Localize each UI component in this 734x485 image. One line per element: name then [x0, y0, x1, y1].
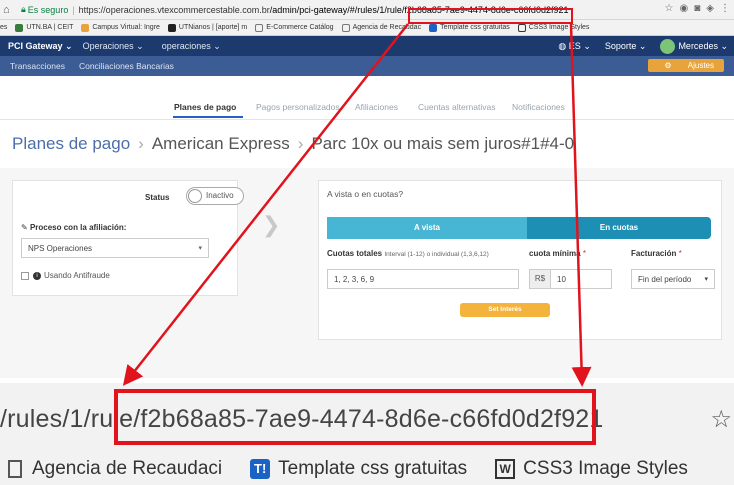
document-icon: [341, 23, 350, 32]
operaciones-menu[interactable]: Operaciones ⌄: [83, 41, 144, 52]
status-card: Status Inactivo ✎ Proceso con la afiliac…: [12, 180, 244, 296]
url-separator: |: [72, 4, 75, 15]
tab-cuentas-alternativas[interactable]: Cuentas alternativas: [418, 102, 496, 112]
home-icon[interactable]: ⌂: [3, 4, 17, 16]
bookmark-item[interactable]: Template css gratuitas: [429, 23, 510, 32]
process-select[interactable]: NPS Operaciones ▾: [21, 238, 209, 258]
tab-planes-de-pago[interactable]: Planes de pago: [174, 102, 236, 112]
chevron-down-icon: ▾: [198, 245, 202, 252]
active-tab-indicator: [173, 116, 243, 118]
globe-icon: ◍: [558, 40, 567, 51]
url-highlight-box: [408, 8, 573, 24]
chevron-right-icon: ❯: [262, 212, 281, 237]
bookmark-icon: [167, 23, 176, 32]
document-icon: [8, 460, 22, 478]
currency-prefix: R$: [529, 269, 551, 289]
menu-icon[interactable]: ⋮: [720, 3, 730, 14]
zoomed-url-highlight-box: [114, 389, 596, 445]
process-label: ✎ Proceso con la afiliación:: [21, 223, 127, 232]
w-icon: [517, 23, 526, 32]
support-menu[interactable]: Soporte ⌄: [605, 41, 647, 52]
tab-afiliaciones[interactable]: Afiliaciones: [355, 102, 398, 112]
cuotas-label: Cuotas totales Interval (1-12) o individ…: [327, 249, 489, 258]
chevron-down-icon: ⌄: [65, 40, 73, 51]
breadcrumb-root[interactable]: Planes de pago: [12, 134, 130, 153]
brand-menu[interactable]: PCI Gateway ⌄: [8, 41, 73, 52]
avatar: [660, 38, 676, 54]
tab-pagos-personalizados[interactable]: Pagos personalizados: [256, 102, 340, 112]
settings-button[interactable]: ⚙ Ajustes: [648, 59, 724, 72]
breadcrumb: Planes de pago › American Express › Parc 10x…: [12, 134, 574, 154]
browser-actions: ☆ ◉ ◙ ◈ ⋮: [665, 3, 730, 14]
segment-a-vista[interactable]: A vista: [327, 217, 527, 239]
antifraud-option[interactable]: i Usando Antifraude: [21, 271, 110, 280]
card-title: A vista o en cuotas?: [327, 189, 404, 199]
browser-url-bar[interactable]: ⌂ 🔒︎ Es seguro | https://operaciones.vte…: [0, 0, 734, 20]
subnav-conciliaciones[interactable]: Conciliaciones Bancarias: [79, 61, 174, 71]
puzzle-icon[interactable]: ◈: [706, 3, 714, 14]
status-toggle[interactable]: Inactivo: [186, 187, 244, 205]
bookmark-icon: [81, 23, 90, 32]
bookmark-item[interactable]: E-Commerce Catálog: [255, 23, 334, 32]
antifraud-checkbox[interactable]: [21, 271, 29, 280]
subnav-transacciones[interactable]: Transacciones: [10, 61, 65, 71]
operaciones-account-menu[interactable]: operaciones ⌄: [162, 41, 221, 52]
toggle-knob: [188, 189, 202, 203]
document-icon: [255, 23, 264, 32]
billing-label: Facturación *: [631, 249, 682, 258]
secure-label: Es seguro: [27, 4, 69, 15]
chevron-down-icon: ▾: [704, 276, 708, 283]
section-tabs: Planes de pago Pagos personalizados Afil…: [0, 76, 734, 120]
language-menu[interactable]: ◍ ES ⌄: [558, 41, 590, 52]
bookmark-item[interactable]: Agencia de Recaudac: [341, 23, 421, 32]
url-domain: https://operaciones.vtexcommercestable.c…: [78, 4, 270, 15]
min-value-input[interactable]: 10: [550, 269, 612, 289]
billing-select[interactable]: Fin del período ▾: [631, 269, 715, 289]
user-menu[interactable]: Mercedes ⌄: [660, 38, 728, 54]
bookmark-item[interactable]: es: [0, 24, 7, 31]
nav-right: ◍ ES ⌄ Soporte ⌄ Mercedes ⌄: [558, 38, 728, 54]
info-icon: i: [33, 271, 41, 280]
zoomed-bookmark: W CSS3 Image Styles: [495, 458, 688, 480]
breadcrumb-level2[interactable]: American Express: [152, 134, 290, 153]
bookmark-icon: [15, 23, 24, 32]
lock-icon: 🔒︎: [21, 4, 26, 14]
payment-mode-card: A vista o en cuotas? A vista En cuotas C…: [318, 180, 722, 340]
wrench-icon: ✎: [21, 223, 28, 232]
breadcrumb-current: Parc 10x ou mais sem juros#1#4-0: [311, 134, 575, 153]
status-value: Inactivo: [206, 191, 234, 200]
zoomed-bookmark: T! Template css gratuitas: [250, 458, 467, 480]
cuotas-input[interactable]: 1, 2, 3, 6, 9: [327, 269, 519, 289]
template-icon: [429, 23, 438, 32]
extension-icon[interactable]: ◉: [680, 3, 689, 14]
bookmark-item[interactable]: UTN.BA | CEIT: [15, 23, 73, 32]
chevron-right-icon: ›: [138, 134, 144, 153]
w-icon: W: [495, 459, 516, 479]
tab-notificaciones[interactable]: Notificaciones: [512, 102, 565, 112]
template-icon: T!: [250, 459, 271, 479]
chevron-down-icon: ⌄: [136, 40, 144, 51]
app-top-nav: PCI Gateway ⌄ Operaciones ⌄ operaciones …: [0, 36, 734, 56]
zoomed-bookmark: Agencia de Recaudaci: [0, 458, 222, 480]
payment-mode-switch: A vista En cuotas: [327, 217, 711, 239]
min-label: cuota mínima *: [529, 249, 586, 258]
star-icon: ☆: [710, 406, 732, 433]
bookmark-item[interactable]: CSS3 Image Styles: [517, 23, 589, 32]
chevron-right-icon: ›: [297, 134, 304, 153]
segment-en-cuotas[interactable]: En cuotas: [527, 217, 711, 239]
bookmarks-bar: es UTN.BA | CEIT Campus Virtual: Ingre U…: [0, 20, 734, 36]
bookmark-item[interactable]: Campus Virtual: Ingre: [81, 23, 160, 32]
set-interest-button[interactable]: Set Interés: [460, 303, 550, 317]
star-icon[interactable]: ☆: [665, 3, 674, 14]
status-label: Status: [145, 193, 170, 202]
bookmark-item[interactable]: UTNianos | [aporte] m: [167, 23, 247, 32]
gear-icon: ⚙: [664, 61, 672, 70]
sub-nav: Transacciones Conciliaciones Bancarias ⚙…: [0, 56, 734, 76]
chevron-down-icon: ⌄: [213, 40, 221, 51]
zoomed-bookmarks-bar: Agencia de Recaudaci T! Template css grat…: [0, 453, 734, 485]
camera-icon[interactable]: ◙: [694, 3, 700, 14]
